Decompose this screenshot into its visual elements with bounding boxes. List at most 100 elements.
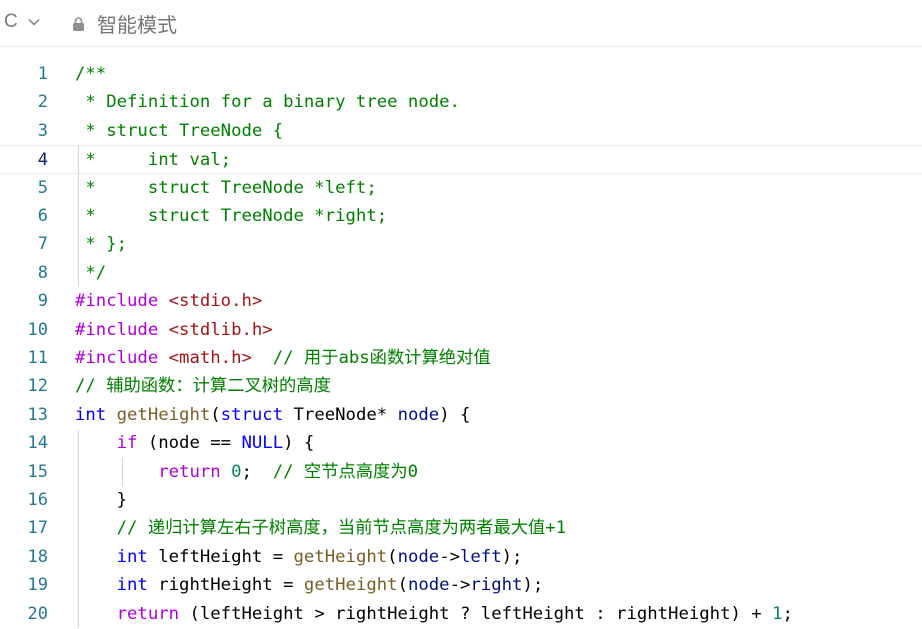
code-token: left bbox=[460, 546, 502, 567]
line-code: return (leftHeight > rightHeight ? leftH… bbox=[75, 600, 793, 628]
code-token: <math.h> bbox=[168, 348, 252, 368]
editor-toolbar: C 智能模式 bbox=[0, 0, 922, 47]
code-token: #include bbox=[75, 319, 159, 340]
code-token: * struct TreeNode *right; bbox=[75, 206, 388, 226]
code-token: /** bbox=[75, 64, 107, 84]
line-number: 11 bbox=[27, 348, 48, 368]
line-code: } bbox=[75, 486, 127, 514]
line-code: * int val; bbox=[75, 146, 231, 174]
line-number: 12 bbox=[27, 376, 48, 397]
code-line[interactable]: 8 */ bbox=[0, 259, 922, 287]
code-token: 1 bbox=[772, 603, 783, 624]
line-number: 13 bbox=[27, 404, 48, 425]
code-token: * int val; bbox=[75, 150, 232, 171]
code-line[interactable]: 6 * struct TreeNode *right; bbox=[0, 202, 922, 230]
code-token: return bbox=[158, 461, 221, 482]
line-code: return 0; // 空节点高度为0 bbox=[75, 458, 418, 486]
code-token: ) { bbox=[283, 433, 315, 454]
code-line[interactable]: 10 #include <stdlib.h> bbox=[0, 316, 922, 344]
code-token: rightHeight = bbox=[147, 575, 304, 596]
code-line[interactable]: 2 * Definition for a binary tree node. bbox=[0, 88, 922, 116]
code-token: int bbox=[116, 546, 148, 567]
code-editor[interactable]: 1 /** 2 * Definition for a binary tree nod… bbox=[0, 60, 922, 629]
code-token: // 空节点高度为0 bbox=[272, 461, 419, 482]
line-number: 18 bbox=[27, 546, 48, 567]
line-code: int getHeight(struct TreeNode* node) { bbox=[75, 401, 470, 429]
code-token: * struct TreeNode *left; bbox=[75, 177, 377, 198]
line-code: int leftHeight = getHeight(node->left); bbox=[75, 543, 523, 571]
code-line[interactable]: 12 // 辅助函数：计算二叉树的高度 bbox=[0, 372, 922, 400]
code-line[interactable]: 18 int leftHeight = getHeight(node->left… bbox=[0, 543, 922, 571]
code-line[interactable]: 3 * struct TreeNode { bbox=[0, 117, 922, 145]
line-number: 9 bbox=[37, 291, 48, 312]
code-token: // 递归计算左右子树高度，当前节点高度为两者最大值+1 bbox=[116, 518, 567, 539]
language-select[interactable]: C bbox=[4, 10, 41, 34]
line-code: // 递归计算左右子树高度，当前节点高度为两者最大值+1 bbox=[75, 514, 567, 542]
code-token: NULL bbox=[241, 433, 284, 454]
code-token: -> bbox=[439, 546, 460, 567]
line-number: 17 bbox=[27, 518, 48, 539]
code-token: // 辅助函数：计算二叉树的高度 bbox=[75, 376, 331, 397]
code-line[interactable]: 20 return (leftHeight > rightHeight ? le… bbox=[0, 600, 922, 628]
code-line[interactable]: 4 * int val; bbox=[0, 145, 922, 174]
code-line[interactable]: 16 } bbox=[0, 486, 922, 514]
line-number: 19 bbox=[27, 575, 48, 596]
code-token: int bbox=[75, 404, 107, 425]
line-number: 20 bbox=[27, 603, 48, 624]
line-code: */ bbox=[75, 259, 106, 287]
code-token: #include bbox=[75, 348, 159, 368]
code-line[interactable]: 17 // 递归计算左右子树高度，当前节点高度为两者最大值+1 bbox=[0, 514, 922, 542]
line-number: 2 bbox=[37, 92, 48, 113]
code-line[interactable]: 7 * }; bbox=[0, 230, 922, 258]
code-line[interactable]: 19 int rightHeight = getHeight(node->rig… bbox=[0, 571, 922, 599]
code-token: -> bbox=[449, 575, 471, 596]
line-number: 1 bbox=[37, 64, 48, 84]
line-number: 15 bbox=[27, 461, 48, 482]
code-line[interactable]: 9 #include <stdio.h> bbox=[0, 287, 922, 315]
code-token: getHeight bbox=[116, 404, 211, 425]
line-number: 14 bbox=[27, 433, 48, 454]
code-token: <stdlib.h> bbox=[168, 319, 273, 340]
code-token: * Definition for a binary tree node. bbox=[75, 92, 460, 113]
line-code: * struct TreeNode { bbox=[75, 117, 283, 145]
code-token: node bbox=[397, 404, 440, 425]
code-token: ) { bbox=[439, 404, 471, 425]
code-line[interactable]: 1 /** bbox=[0, 60, 922, 88]
smart-mode-toggle[interactable]: 智能模式 bbox=[72, 9, 177, 38]
line-number: 10 bbox=[27, 319, 48, 340]
code-line[interactable]: 14 if (node == NULL) { bbox=[0, 429, 922, 457]
code-token: 0 bbox=[231, 461, 242, 482]
line-number: 6 bbox=[37, 206, 48, 226]
lock-icon bbox=[73, 16, 84, 31]
code-line[interactable]: 11 #include <math.h> // 用于abs函数计算绝对值 bbox=[0, 344, 922, 372]
code-line[interactable]: 15 return 0; // 空节点高度为0 bbox=[0, 458, 922, 486]
line-code: * struct TreeNode *right; bbox=[75, 202, 387, 230]
code-token: ; bbox=[782, 603, 793, 624]
code-token: } bbox=[75, 490, 128, 510]
code-line[interactable]: 5 * struct TreeNode *left; bbox=[0, 174, 922, 202]
line-number: 5 bbox=[37, 177, 48, 198]
line-number: 4 bbox=[37, 150, 48, 171]
indent-guide bbox=[78, 430, 79, 628]
smart-mode-label: 智能模式 bbox=[97, 13, 177, 37]
code-token: node bbox=[397, 546, 440, 567]
code-token: if bbox=[116, 433, 138, 454]
code-line[interactable]: 13 int getHeight(struct TreeNode* node) { bbox=[0, 401, 922, 429]
line-number: 16 bbox=[27, 490, 48, 510]
code-token: ( bbox=[210, 404, 221, 425]
code-token: TreeNode* bbox=[283, 404, 398, 425]
indent-guide bbox=[122, 458, 123, 486]
line-code: #include <stdlib.h> bbox=[75, 316, 273, 344]
